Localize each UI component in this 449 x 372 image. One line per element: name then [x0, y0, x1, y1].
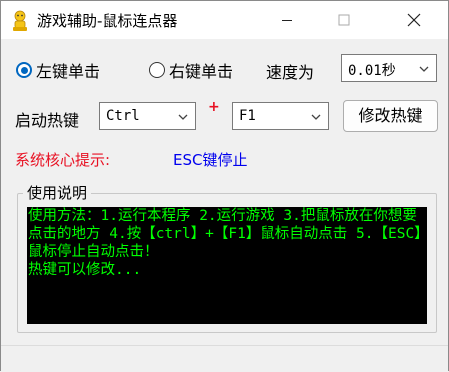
close-button[interactable]	[391, 1, 437, 39]
close-icon	[407, 13, 421, 27]
left-click-radio[interactable]: 左键单击	[16, 58, 100, 82]
right-click-label: 右键单击	[169, 62, 234, 81]
left-click-label: 左键单击	[36, 62, 101, 81]
right-click-radio[interactable]: 右键单击	[149, 58, 233, 82]
chevron-down-icon	[419, 66, 429, 72]
speed-select-value: 0.01秒	[348, 63, 396, 79]
speed-select[interactable]: 0.01秒	[341, 54, 437, 82]
hotkey-key-value: F1	[239, 108, 256, 124]
status-bar	[1, 345, 448, 372]
modify-hotkey-button[interactable]: 修改热键	[343, 100, 438, 132]
hint-text: ESC键停止	[173, 151, 248, 169]
minimize-button[interactable]	[264, 1, 310, 39]
app-logo-icon	[11, 10, 29, 32]
maximize-button[interactable]	[321, 1, 367, 39]
usage-text: 使用方法：1.运行本程序 2.运行游戏 3.把鼠标放在你想要点击的地方 4.按【…	[28, 208, 422, 278]
window-title: 游戏辅助-鼠标连点器	[37, 12, 178, 30]
speed-label: 速度为	[266, 63, 315, 82]
title-bar[interactable]: 游戏辅助-鼠标连点器	[1, 1, 448, 39]
radio-checked-icon	[16, 62, 32, 78]
chevron-down-icon	[311, 114, 321, 120]
usage-group-label: 使用说明	[23, 182, 92, 203]
hotkey-label: 启动热键	[15, 111, 80, 130]
hotkey-modifier-value: Ctrl	[106, 108, 140, 124]
plus-sign: +	[208, 99, 220, 115]
minimize-icon	[282, 20, 292, 21]
usage-console[interactable]: 使用方法：1.运行本程序 2.运行游戏 3.把鼠标放在你想要点击的地方 4.按【…	[27, 207, 427, 324]
maximize-icon	[338, 14, 350, 26]
radio-unchecked-icon	[149, 62, 165, 78]
app-window: 游戏辅助-鼠标连点器 左键单击 右键单击 速度为 0.01秒 启动热键 Ctrl…	[0, 0, 449, 372]
hint-label: 系统核心提示:	[15, 151, 111, 169]
hotkey-key-select[interactable]: F1	[232, 102, 329, 130]
chevron-down-icon	[178, 114, 188, 120]
hotkey-modifier-select[interactable]: Ctrl	[99, 102, 196, 130]
